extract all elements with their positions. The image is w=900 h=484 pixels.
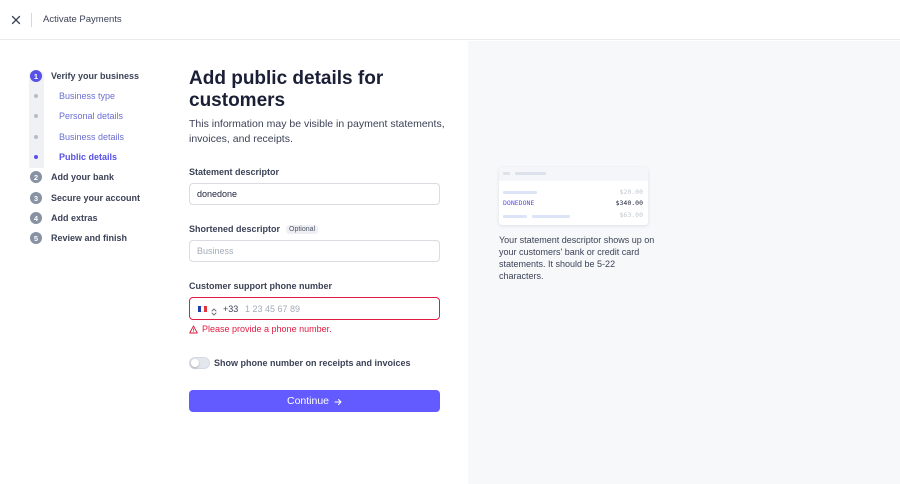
- statement-amount: $20.00: [619, 188, 643, 196]
- placeholder-bar: [503, 172, 510, 175]
- substep-label: Personal details: [59, 111, 124, 121]
- optional-badge: Optional: [286, 225, 319, 234]
- placeholder-bar: [503, 215, 527, 218]
- step-number: 5: [30, 232, 42, 244]
- placeholder-bar: [515, 172, 546, 175]
- shortened-descriptor-label: Shortened descriptor: [189, 224, 281, 234]
- step-label: Add your bank: [51, 172, 115, 182]
- substep-label: Public details: [59, 152, 118, 162]
- substep-dot: [34, 155, 38, 159]
- continue-label: Continue: [286, 395, 330, 407]
- statement-descriptor-label: Statement descriptor: [189, 167, 280, 177]
- arrow-right-icon: [334, 397, 342, 405]
- step-number: 2: [30, 171, 42, 183]
- statement-amount: $340.00: [615, 199, 643, 207]
- france-flag-icon: [198, 306, 207, 312]
- phone-input[interactable]: [245, 301, 425, 316]
- close-icon: [9, 13, 23, 27]
- show-phone-toggle-label: Show phone number on receipts and invoic…: [214, 358, 411, 368]
- substep-dot: [34, 94, 38, 98]
- phone-label: Customer support phone number: [189, 281, 333, 291]
- substep-dot: [34, 135, 38, 139]
- substep-label: Business type: [59, 91, 116, 101]
- page-title: Activate Payments: [43, 14, 122, 25]
- step-label: Verify your business: [51, 71, 140, 81]
- card-header: [499, 167, 648, 181]
- statement-amount: $63.00: [619, 211, 643, 219]
- shortened-descriptor-input[interactable]: [189, 240, 440, 262]
- show-phone-toggle-row: Show phone number on receipts and invoic…: [189, 357, 411, 369]
- step-label: Secure your account: [51, 193, 141, 203]
- form-heading: Add public details for customers: [189, 68, 384, 111]
- placeholder-bar: [532, 215, 570, 218]
- step-number: 1: [30, 70, 42, 82]
- toggle-knob: [191, 359, 199, 367]
- top-bar: Activate Payments: [0, 0, 900, 40]
- continue-button[interactable]: Continue: [189, 390, 440, 412]
- warning-icon: [189, 325, 198, 334]
- show-phone-toggle[interactable]: [189, 357, 210, 369]
- descriptor-preview: DONEDONE: [503, 199, 535, 207]
- form-intro: This information may be visible in payme…: [189, 118, 445, 145]
- phone-error: Please provide a phone number.: [189, 324, 332, 334]
- dial-code: +33: [223, 304, 239, 314]
- substep-dot: [34, 114, 38, 118]
- placeholder-bar: [503, 191, 537, 194]
- country-select-chevron-icon[interactable]: [211, 304, 217, 316]
- preview-description: Your statement descriptor shows up on yo…: [499, 235, 655, 281]
- step-label: Review and finish: [51, 233, 128, 243]
- phone-field: +33: [189, 297, 440, 320]
- step-number: 3: [30, 192, 42, 204]
- step-rail: [29, 72, 44, 168]
- step-number: 4: [30, 212, 42, 224]
- close-button[interactable]: [9, 13, 23, 27]
- top-divider: [31, 13, 32, 27]
- substep-label: Business details: [59, 132, 125, 142]
- statement-descriptor-input[interactable]: [189, 183, 440, 205]
- shortened-descriptor-label-row: Shortened descriptor Optional: [189, 224, 319, 234]
- phone-error-text: Please provide a phone number.: [202, 324, 332, 334]
- step-label: Add extras: [51, 213, 98, 223]
- statement-preview-card: $20.00 DONEDONE $340.00 $63.00: [499, 167, 648, 225]
